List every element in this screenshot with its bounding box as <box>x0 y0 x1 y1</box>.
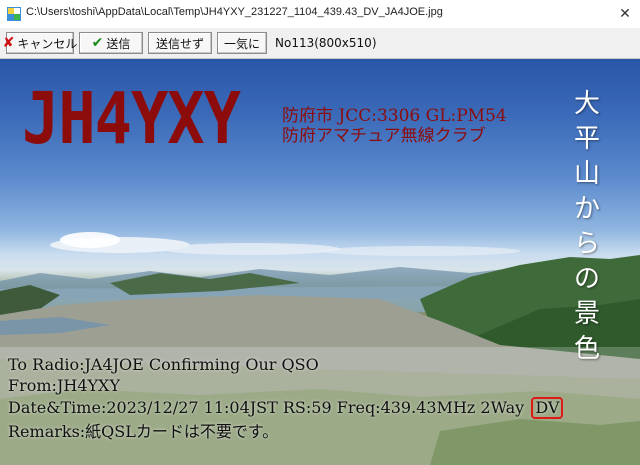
cancel-button-label: キャンセル <box>17 36 78 51</box>
app-icon <box>7 7 21 21</box>
title-bar[interactable]: C:\Users\toshi\AppData\Local\Temp\JH4YXY… <box>0 0 640 29</box>
vertical-char: 景 <box>573 299 600 329</box>
datetime-line: Date&Time:2023/12/27 11:04JST RS:59 Freq… <box>8 397 564 419</box>
checkmark-icon: ✔ <box>91 35 104 51</box>
callsign: JH4YXY <box>22 76 241 161</box>
image-counter: No113(800x510) <box>275 36 377 50</box>
qsl-viewer-window: C:\Users\toshi\AppData\Local\Temp\JH4YXY… <box>0 0 640 465</box>
club-name: 防府アマチュア無線クラブ <box>282 126 486 146</box>
vertical-char: の <box>573 264 600 294</box>
vertical-char: 大 <box>573 89 600 119</box>
remarks-line: Remarks:紙QSLカードは不要です。 <box>8 422 279 441</box>
to-radio-line: To Radio:JA4JOE Confirming Our QSO <box>8 355 319 374</box>
close-icon[interactable]: ✕ <box>610 0 640 28</box>
send-button[interactable]: ✔ 送信 <box>79 32 143 54</box>
vertical-caption: 大 平 山 か ら の 景 色 <box>572 87 602 367</box>
vertical-char: か <box>573 194 600 224</box>
all-at-once-button-label: 一気に <box>223 36 260 51</box>
from-line: From:JH4YXY <box>8 376 121 395</box>
window-title: C:\Users\toshi\AppData\Local\Temp\JH4YXY… <box>26 6 443 18</box>
cancel-button[interactable]: ✘ キャンセル <box>2 32 78 54</box>
no-send-button-label: 送信せず <box>155 36 204 51</box>
no-send-button[interactable]: 送信せず <box>148 32 212 54</box>
send-button-label: 送信 <box>106 36 131 51</box>
qsl-card-image: JH4YXY 防府市 JCC:3306 GL:PM54 防府アマチュア無線クラブ… <box>0 59 640 465</box>
x-icon: ✘ <box>2 35 15 51</box>
datetime-text: Date&Time:2023/12/27 11:04JST RS:59 Freq… <box>8 398 525 417</box>
toolbar: ✘ キャンセル ✔ 送信 送信せず 一気に No113(800x510) <box>0 28 640 59</box>
vertical-char: 色 <box>573 334 600 364</box>
all-at-once-button[interactable]: 一気に <box>217 32 267 54</box>
mode-highlight: DV <box>531 397 564 419</box>
vertical-char: 山 <box>573 159 600 189</box>
vertical-char: 平 <box>573 124 600 154</box>
vertical-char: ら <box>573 229 600 259</box>
